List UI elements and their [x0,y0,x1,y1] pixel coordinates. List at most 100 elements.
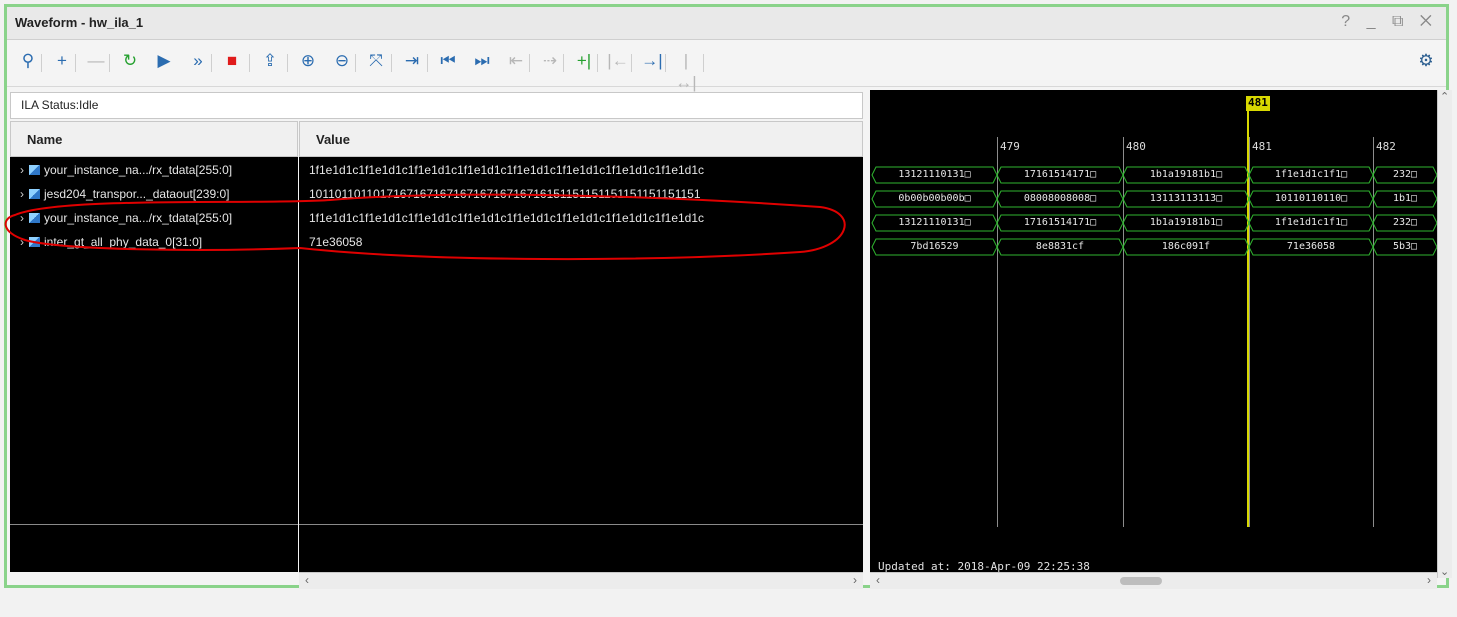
expand-icon[interactable]: › [20,235,24,249]
waveform-window: Waveform - hw_ila_1 ? _ ⧉ ✕ ⚲ + — ↻ ▶ » ■ ⇪ ⊕ ⊖ ⤧ ⇥… [4,4,1452,589]
cursor-label[interactable]: 481 [1246,96,1270,111]
stop-trigger-icon[interactable]: ■ [221,50,243,72]
toolbar-separator [529,54,530,72]
swap-cursors-icon[interactable]: |↔| [675,50,697,92]
value-hscroll[interactable]: ‹ › [299,572,863,589]
go-to-start-icon[interactable]: ⏮ [437,50,459,72]
time-tick-label: 482 [1376,140,1396,153]
value-column-header[interactable]: Value [299,121,863,157]
panel-divider [299,524,863,525]
toolbar-separator [665,54,666,72]
expand-icon[interactable]: › [20,163,24,177]
auto-retrigger-icon[interactable]: » [187,50,209,72]
signal-name[interactable]: inter_gt_all_phy_data_0[31:0] [44,235,202,249]
bus-value: 13121110131□ [898,169,971,180]
export-icon[interactable]: ⇪ [259,50,281,72]
window-controls[interactable]: ? _ ⧉ ✕ [1341,13,1438,31]
add-icon[interactable]: + [51,50,73,72]
add-marker-icon[interactable]: +| [573,50,595,72]
zoom-fit-icon[interactable]: ⤧ [365,50,387,72]
bus-value: 1b1□ [1392,193,1418,204]
remove-icon[interactable]: — [85,50,107,72]
expand-icon[interactable]: › [20,211,24,225]
zoom-out-icon[interactable]: ⊖ [331,50,353,72]
bus-value: 1f1e1d1c1f1□ [1274,169,1348,180]
toolbar-separator [355,54,356,72]
previous-marker-icon[interactable]: |← [607,50,629,72]
go-to-end-icon[interactable]: ⏭ [471,50,493,72]
panel-divider [10,524,298,525]
bus-value: 7bd16529 [910,241,959,252]
bus-value: 5b3□ [1392,241,1418,252]
signal-value: 71e36058 [309,235,363,249]
scroll-up-icon[interactable]: ⌃ [1440,90,1449,103]
scroll-right-icon[interactable]: › [853,573,857,587]
toolbar-separator [287,54,288,72]
scroll-left-icon[interactable]: ‹ [305,573,309,587]
zoom-in-icon[interactable]: ⊕ [297,50,319,72]
toolbar-separator [563,54,564,72]
toolbar-separator [75,54,76,72]
toolbar-separator [211,54,212,72]
name-panel: › your_instance_na.../rx_tdata[255:0] › je… [10,157,298,572]
scroll-left-icon[interactable]: ‹ [876,573,880,587]
toolbar-separator [703,54,704,72]
bus-value: 17161514171□ [1023,217,1097,228]
bus-signal-icon [29,213,40,223]
bus-value: 13113113113□ [1149,193,1223,204]
bus-value: 13121110131□ [898,217,971,228]
bus-value: 1f1e1d1c1f1□ [1274,217,1348,228]
bus-value: 71e36058 [1286,241,1336,252]
toolbar-separator [109,54,110,72]
bus-value: 1b1a19181b1□ [1149,217,1223,228]
time-tick-label: 480 [1126,140,1146,153]
signal-name[interactable]: your_instance_na.../rx_tdata[255:0] [44,163,232,177]
bus-signal-icon [29,165,40,175]
name-column-header[interactable]: Name [10,121,298,157]
run-trigger-icon[interactable]: ▶ [153,50,175,72]
toolbar-separator [631,54,632,72]
title-bar: Waveform - hw_ila_1 ? _ ⧉ ✕ [7,7,1446,40]
signal-name[interactable]: your_instance_na.../rx_tdata[255:0] [44,211,232,225]
wave-vscroll[interactable]: ⌃ ⌄ [1437,90,1452,578]
bus-value: 186c091f [1161,241,1211,252]
toolbar-separator [391,54,392,72]
signal-value: 1f1e1d1c1f1e1d1c1f1e1d1c1f1e1d1c1f1e1d1c… [309,163,705,177]
time-tick-label: 481 [1252,140,1272,153]
signal-value: 1011011011017167167167167167167167161511… [309,187,701,201]
ila-status: ILA Status:Idle [10,92,863,119]
next-transition-icon[interactable]: ⇢ [539,50,561,72]
bus-value: 10110110110□ [1274,193,1348,204]
scroll-down-icon[interactable]: ⌄ [1440,565,1449,578]
toolbar: ⚲ + — ↻ ▶ » ■ ⇪ ⊕ ⊖ ⤧ ⇥ ⏮ ⏭ ⇤ ⇢ +| |← →| |↔| ⚙ [7,40,1446,92]
bus-value: 1b1a19181b1□ [1149,169,1223,180]
signal-value: 1f1e1d1c1f1e1d1c1f1e1d1c1f1e1d1c1f1e1d1c… [309,211,705,225]
settings-icon[interactable]: ⚙ [1415,50,1437,72]
expand-icon[interactable]: › [20,187,24,201]
waveform-panel[interactable]: 481 Updated at: 2018-Apr-09 22:25:38 479… [870,90,1437,578]
bus-value: 17161514171□ [1023,169,1097,180]
search-icon[interactable]: ⚲ [17,50,39,72]
signal-name[interactable]: jesd204_transpor..._dataout[239:0] [44,187,229,201]
go-to-cursor-icon[interactable]: ⇥ [401,50,423,72]
next-marker-icon[interactable]: →| [641,50,663,72]
run-trigger-immediate-icon[interactable]: ↻ [119,50,141,72]
toolbar-separator [249,54,250,72]
scroll-right-icon[interactable]: › [1427,573,1431,587]
toolbar-separator [597,54,598,72]
bus-value: 08008008008□ [1023,193,1097,204]
window-title: Waveform - hw_ila_1 [15,15,144,30]
toolbar-separator [427,54,428,72]
scroll-thumb[interactable] [1120,577,1162,585]
bus-value: 232□ [1392,169,1418,180]
value-panel: 1f1e1d1c1f1e1d1c1f1e1d1c1f1e1d1c1f1e1d1c… [299,157,863,572]
time-tick-label: 479 [1000,140,1020,153]
bus-signal-icon [29,237,40,247]
wave-hscroll[interactable]: ‹ › [870,572,1437,589]
bus-value: 232□ [1392,217,1418,228]
previous-transition-icon[interactable]: ⇤ [505,50,527,72]
toolbar-separator [41,54,42,72]
bus-signal-icon [29,189,40,199]
bus-value: 8e8831cf [1035,241,1085,252]
bus-value: 0b00b00b00b□ [898,193,971,204]
